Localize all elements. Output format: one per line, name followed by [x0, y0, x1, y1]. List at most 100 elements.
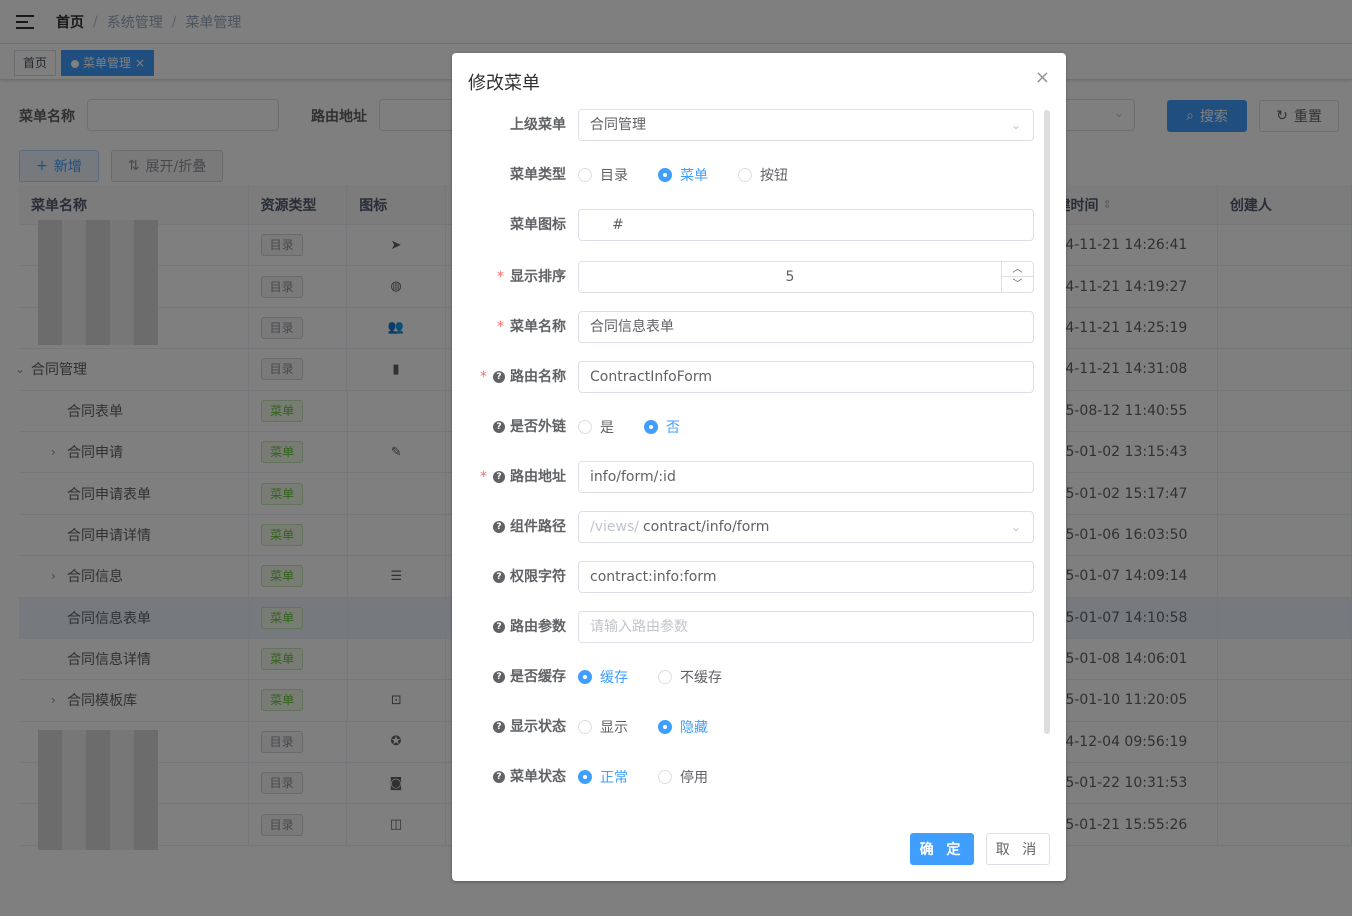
status-label-text: 菜单状态	[510, 769, 566, 785]
order-row: * 显示排序 5 ︿ ﹀	[452, 261, 1066, 293]
required-mark: *	[480, 469, 487, 485]
radio-show[interactable]: 显示	[578, 717, 628, 737]
component-prefix: /views/	[590, 519, 639, 535]
radio-circle	[658, 670, 672, 684]
radio-normal[interactable]: 正常	[578, 767, 628, 787]
menu-type-radios: 目录 菜单 按钮	[578, 159, 818, 191]
perms-label-text: 权限字符	[510, 569, 566, 585]
component-label-text: 组件路径	[510, 519, 566, 535]
radio-external-no[interactable]: 否	[644, 417, 680, 437]
question-icon[interactable]: ?	[493, 571, 505, 583]
order-label-text: 显示排序	[510, 269, 566, 285]
route-path-input[interactable]: info/form/:id	[578, 461, 1034, 493]
radio-circle	[658, 168, 672, 182]
required-mark: *	[497, 269, 504, 285]
question-icon[interactable]: ?	[493, 621, 505, 633]
cache-label-text: 是否缓存	[510, 669, 566, 685]
radio-label: 目录	[600, 168, 628, 184]
order-number-input[interactable]: 5 ︿ ﹀	[578, 261, 1034, 293]
query-label: ? 路由参数	[493, 611, 566, 643]
menu-name-value: 合同信息表单	[590, 319, 674, 335]
question-icon[interactable]: ?	[493, 371, 505, 383]
question-icon[interactable]: ?	[493, 521, 505, 533]
cache-row: ? 是否缓存 缓存 不缓存	[452, 661, 1066, 693]
route-path-label: *? 路由地址	[480, 461, 566, 493]
question-icon[interactable]: ?	[493, 771, 505, 783]
route-name-label: *? 路由名称	[480, 361, 566, 393]
radio-label: 按钮	[760, 168, 788, 184]
query-placeholder: 请输入路由参数	[590, 619, 688, 635]
parent-menu-select[interactable]: 合同管理 ⌄	[578, 109, 1034, 141]
radio-circle	[578, 720, 592, 734]
status-row: ? 菜单状态 正常 停用	[452, 761, 1066, 793]
radio-button[interactable]: 按钮	[738, 165, 788, 185]
radio-no-cache[interactable]: 不缓存	[658, 667, 722, 687]
cache-label: ? 是否缓存	[493, 661, 566, 693]
perms-row: ? 权限字符 contract:info:form	[452, 561, 1066, 593]
component-value: contract/info/form	[642, 519, 770, 535]
radio-directory[interactable]: 目录	[578, 165, 628, 185]
radio-circle	[658, 770, 672, 784]
cancel-button[interactable]: 取 消	[986, 833, 1050, 865]
menu-icon-label: 菜单图标	[510, 209, 566, 241]
close-icon[interactable]: ×	[1035, 67, 1050, 88]
increase-icon[interactable]: ︿	[1002, 262, 1033, 277]
route-path-value: info/form/:id	[590, 469, 676, 485]
radio-cache[interactable]: 缓存	[578, 667, 628, 687]
radio-label: 菜单	[680, 168, 708, 184]
external-label: ? 是否外链	[493, 411, 566, 443]
question-icon[interactable]: ?	[493, 471, 505, 483]
question-icon[interactable]: ?	[493, 671, 505, 683]
status-radios: 正常 停用	[578, 761, 738, 793]
radio-external-yes[interactable]: 是	[578, 417, 614, 437]
menu-name-label: * 菜单名称	[497, 311, 566, 343]
perms-input[interactable]: contract:info:form	[578, 561, 1034, 593]
parent-menu-row: 上级菜单 合同管理 ⌄	[452, 109, 1066, 141]
dialog-footer: 确 定 取 消	[910, 833, 1050, 865]
menu-name-input[interactable]: 合同信息表单	[578, 311, 1034, 343]
dialog-body: 上级菜单 合同管理 ⌄ 菜单类型 目录 菜单 按钮 菜单图标 # * 显示排序 5 …	[452, 108, 1066, 818]
required-mark: *	[497, 319, 504, 335]
external-label-text: 是否外链	[510, 419, 566, 435]
menu-icon-value: #	[612, 217, 624, 233]
radio-circle	[644, 420, 658, 434]
menu-name-label-text: 菜单名称	[510, 319, 566, 335]
route-name-label-text: 路由名称	[510, 369, 566, 385]
visible-label: ? 显示状态	[493, 711, 566, 743]
menu-type-row: 菜单类型 目录 菜单 按钮	[452, 159, 1066, 191]
question-icon[interactable]: ?	[493, 421, 505, 433]
confirm-button[interactable]: 确 定	[910, 833, 974, 865]
component-row: ? 组件路径 /views/contract/info/form ⌄	[452, 511, 1066, 543]
route-name-value: ContractInfoForm	[590, 369, 712, 385]
radio-circle	[578, 770, 592, 784]
radio-disabled[interactable]: 停用	[658, 767, 708, 787]
radio-label: 显示	[600, 720, 628, 736]
chevron-down-icon: ⌄	[1010, 520, 1021, 534]
external-row: ? 是否外链 是 否	[452, 411, 1066, 443]
visible-radios: 显示 隐藏	[578, 711, 738, 743]
route-name-row: *? 路由名称 ContractInfoForm	[452, 361, 1066, 393]
question-icon[interactable]: ?	[493, 721, 505, 733]
menu-icon-input[interactable]: #	[578, 209, 1034, 241]
dialog-title: 修改菜单	[468, 73, 540, 94]
required-mark: *	[480, 369, 487, 385]
radio-label: 缓存	[600, 670, 628, 686]
edit-menu-dialog: 修改菜单 × 上级菜单 合同管理 ⌄ 菜单类型 目录 菜单 按钮 菜单图标 # *…	[452, 53, 1066, 881]
radio-label: 正常	[600, 770, 628, 786]
radio-menu[interactable]: 菜单	[658, 165, 708, 185]
menu-icon-label-text: 菜单图标	[510, 217, 566, 233]
route-name-input[interactable]: ContractInfoForm	[578, 361, 1034, 393]
radio-circle	[738, 168, 752, 182]
query-input[interactable]: 请输入路由参数	[578, 611, 1034, 643]
component-input[interactable]: /views/contract/info/form ⌄	[578, 511, 1034, 543]
menu-icon-row: 菜单图标 #	[452, 209, 1066, 241]
parent-menu-label-text: 上级菜单	[510, 117, 566, 133]
decrease-icon[interactable]: ﹀	[1002, 277, 1033, 292]
component-label: ? 组件路径	[493, 511, 566, 543]
query-row: ? 路由参数 请输入路由参数	[452, 611, 1066, 643]
status-label: ? 菜单状态	[493, 761, 566, 793]
radio-hide[interactable]: 隐藏	[658, 717, 708, 737]
radio-label: 是	[600, 420, 614, 436]
radio-label: 隐藏	[680, 720, 708, 736]
query-label-text: 路由参数	[510, 619, 566, 635]
